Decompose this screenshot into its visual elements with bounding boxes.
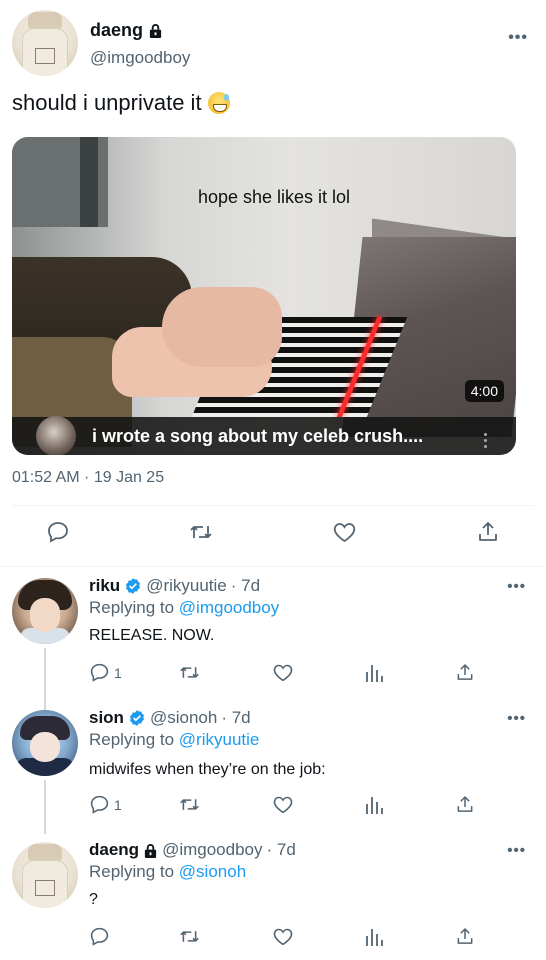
reply-tweet[interactable]: daeng @imgoodboy · 7d ••• Replying to @s… <box>0 834 546 960</box>
replying-to: Replying to @imgoodboy <box>89 598 280 617</box>
views-button[interactable] <box>364 662 384 683</box>
like-icon <box>273 796 293 814</box>
avatar[interactable] <box>12 578 78 644</box>
share-button[interactable] <box>455 926 475 947</box>
share-icon <box>457 664 473 680</box>
video-title: i wrote a song about my celeb crush.... <box>92 425 424 446</box>
views-icon <box>366 665 383 682</box>
views-button[interactable] <box>364 926 384 947</box>
retweet-icon <box>180 931 199 942</box>
grin-sweat-emoji-icon <box>207 92 230 114</box>
display-name[interactable]: sion <box>89 708 124 728</box>
retweet-button[interactable] <box>178 794 201 815</box>
reply-icon <box>48 522 68 543</box>
reply-header: daeng @imgoodboy · 7d <box>89 840 296 860</box>
retweet-icon <box>180 667 199 678</box>
reply-header: riku @rikyuutie · 7d <box>89 576 260 596</box>
reply-tweet[interactable]: riku @rikyuutie · 7d ••• Replying to @im… <box>0 570 546 706</box>
share-button[interactable] <box>476 520 500 544</box>
reply-count: 1 <box>114 796 122 813</box>
avatar[interactable] <box>12 710 78 776</box>
video-player[interactable]: hope she likes it lol 4:00 i wrote a son… <box>12 137 516 455</box>
like-button[interactable] <box>272 662 294 683</box>
reply-button[interactable]: 1 <box>89 794 122 815</box>
replying-to: Replying to @rikyuutie <box>89 730 260 749</box>
views-button[interactable] <box>364 794 384 815</box>
views-icon <box>366 797 383 814</box>
reply-text: ? <box>89 891 98 908</box>
reply-count: 1 <box>114 664 122 681</box>
display-name[interactable]: daeng <box>89 840 139 860</box>
reply-icon <box>90 663 109 682</box>
retweet-button[interactable] <box>178 662 201 683</box>
verified-icon <box>126 578 141 594</box>
reply-icon <box>90 927 109 946</box>
more-icon[interactable]: ••• <box>507 710 526 727</box>
reply-tweet[interactable]: sion @sionoh · 7d ••• Replying to @rikyu… <box>0 700 546 834</box>
share-button[interactable] <box>455 794 475 815</box>
thread-line <box>44 780 46 834</box>
video-menu-icon[interactable] <box>484 433 488 453</box>
like-button[interactable] <box>332 520 357 544</box>
retweet-icon <box>190 526 212 538</box>
share-button[interactable] <box>455 662 475 683</box>
retweet-button[interactable] <box>188 520 214 544</box>
more-icon[interactable]: ••• <box>507 842 526 859</box>
lock-icon <box>149 24 162 38</box>
mention-link[interactable]: @sionoh <box>179 862 246 881</box>
reply-button[interactable] <box>89 926 114 947</box>
lock-icon <box>144 843 157 858</box>
replying-to: Replying to @sionoh <box>89 862 247 881</box>
reply-text: midwifes when they’re on the job: <box>89 761 326 778</box>
author-name-row[interactable]: daeng <box>90 20 163 41</box>
tweet-text-content: should i unprivate it <box>12 90 202 115</box>
verified-icon <box>129 710 145 726</box>
like-button[interactable] <box>272 794 294 815</box>
reply-header: sion @sionoh · 7d <box>89 708 251 728</box>
more-icon[interactable]: ••• <box>507 578 526 595</box>
avatar[interactable] <box>12 10 78 76</box>
video-title-bar: i wrote a song about my celeb crush.... <box>12 416 516 455</box>
thread-line <box>44 700 46 710</box>
share-icon <box>457 928 473 944</box>
views-icon <box>366 929 383 946</box>
like-icon <box>273 664 293 682</box>
tweet-header: daeng @imgoodboy ••• <box>12 10 534 78</box>
reply-button[interactable] <box>46 520 70 544</box>
like-button[interactable] <box>272 926 294 947</box>
more-icon[interactable]: ••• <box>508 30 528 46</box>
tweet-age: · 7d <box>266 840 296 859</box>
display-name[interactable]: daeng <box>90 20 143 41</box>
tweet-timestamp[interactable]: 01:52 AM · 19 Jan 25 <box>12 469 164 487</box>
retweet-button[interactable] <box>178 926 201 947</box>
display-name[interactable]: riku <box>89 576 120 596</box>
tweet-text: should i unprivate it <box>12 90 230 116</box>
reply-button[interactable]: 1 <box>89 662 122 683</box>
avatar[interactable] <box>12 842 78 908</box>
tweet-age: · 7d <box>230 576 261 595</box>
divider <box>0 566 546 567</box>
like-icon <box>273 928 293 946</box>
video-duration: 4:00 <box>464 380 504 402</box>
reply-text: RELEASE. NOW. <box>89 627 215 644</box>
like-icon <box>333 523 356 543</box>
reply-icon <box>90 795 109 814</box>
mention-link[interactable]: @imgoodboy <box>179 598 279 617</box>
tweet-age: · 7d <box>221 708 251 727</box>
video-caption: hope she likes it lol <box>197 187 351 207</box>
mention-link[interactable]: @rikyuutie <box>179 730 260 749</box>
handle[interactable]: @imgoodboy <box>162 840 262 860</box>
handle[interactable]: @sionoh <box>150 708 217 728</box>
share-icon <box>479 522 497 541</box>
retweet-icon <box>180 799 199 810</box>
channel-avatar <box>36 416 76 455</box>
handle[interactable]: @imgoodboy <box>90 48 190 68</box>
handle[interactable]: @rikyuutie <box>146 576 227 596</box>
thread-line <box>44 648 46 706</box>
divider <box>12 505 534 506</box>
share-icon <box>457 796 473 812</box>
